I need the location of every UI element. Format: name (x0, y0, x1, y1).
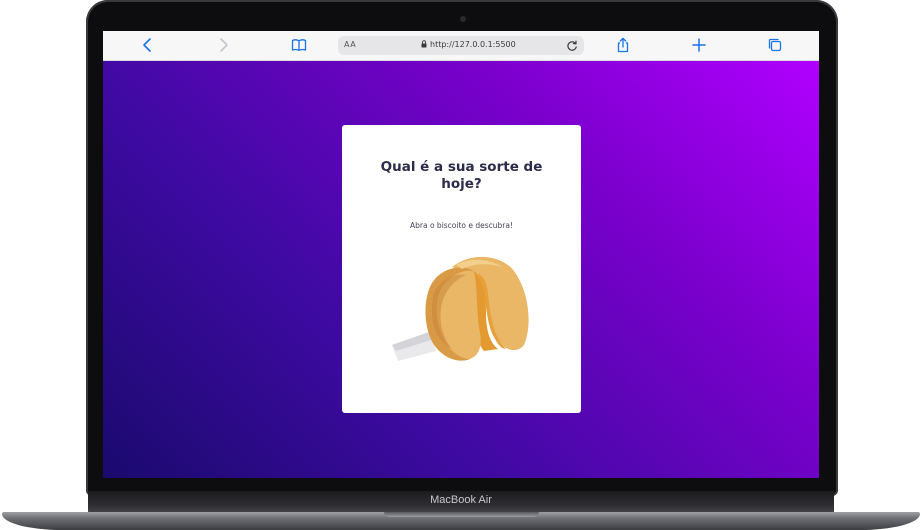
reload-icon[interactable] (565, 38, 579, 52)
tabs-icon[interactable] (767, 37, 783, 53)
card-subtitle: Abra o biscoito e descubra! (410, 221, 513, 230)
lock-icon (421, 40, 427, 48)
plus-icon[interactable] (691, 37, 707, 53)
device-model-label: MacBook Air (430, 494, 492, 506)
screen: AA http://127.0.0.1:5500 Qual é a sua so… (103, 31, 819, 478)
browser-toolbar: AA http://127.0.0.1:5500 (103, 31, 819, 61)
laptop-frame: AA http://127.0.0.1:5500 Qual é a sua so… (0, 0, 922, 530)
url-text: http://127.0.0.1:5500 (430, 40, 516, 49)
laptop-opening-notch (384, 512, 539, 517)
camera (460, 16, 466, 22)
chevron-right-icon[interactable] (215, 37, 231, 53)
share-icon[interactable] (615, 37, 631, 53)
page-background: Qual é a sua sorte de hoje? Abra o bisco… (103, 61, 819, 478)
address-bar[interactable]: AA http://127.0.0.1:5500 (338, 36, 584, 55)
chevron-left-icon[interactable] (140, 37, 156, 53)
fortune-card: Qual é a sua sorte de hoje? Abra o bisco… (342, 125, 581, 413)
book-icon[interactable] (291, 37, 307, 53)
text-size-button[interactable]: AA (344, 40, 356, 49)
url-display[interactable]: http://127.0.0.1:5500 (421, 40, 516, 49)
card-title: Qual é a sua sorte de hoje? (380, 159, 543, 192)
fortune-cookie-icon[interactable] (390, 253, 540, 371)
